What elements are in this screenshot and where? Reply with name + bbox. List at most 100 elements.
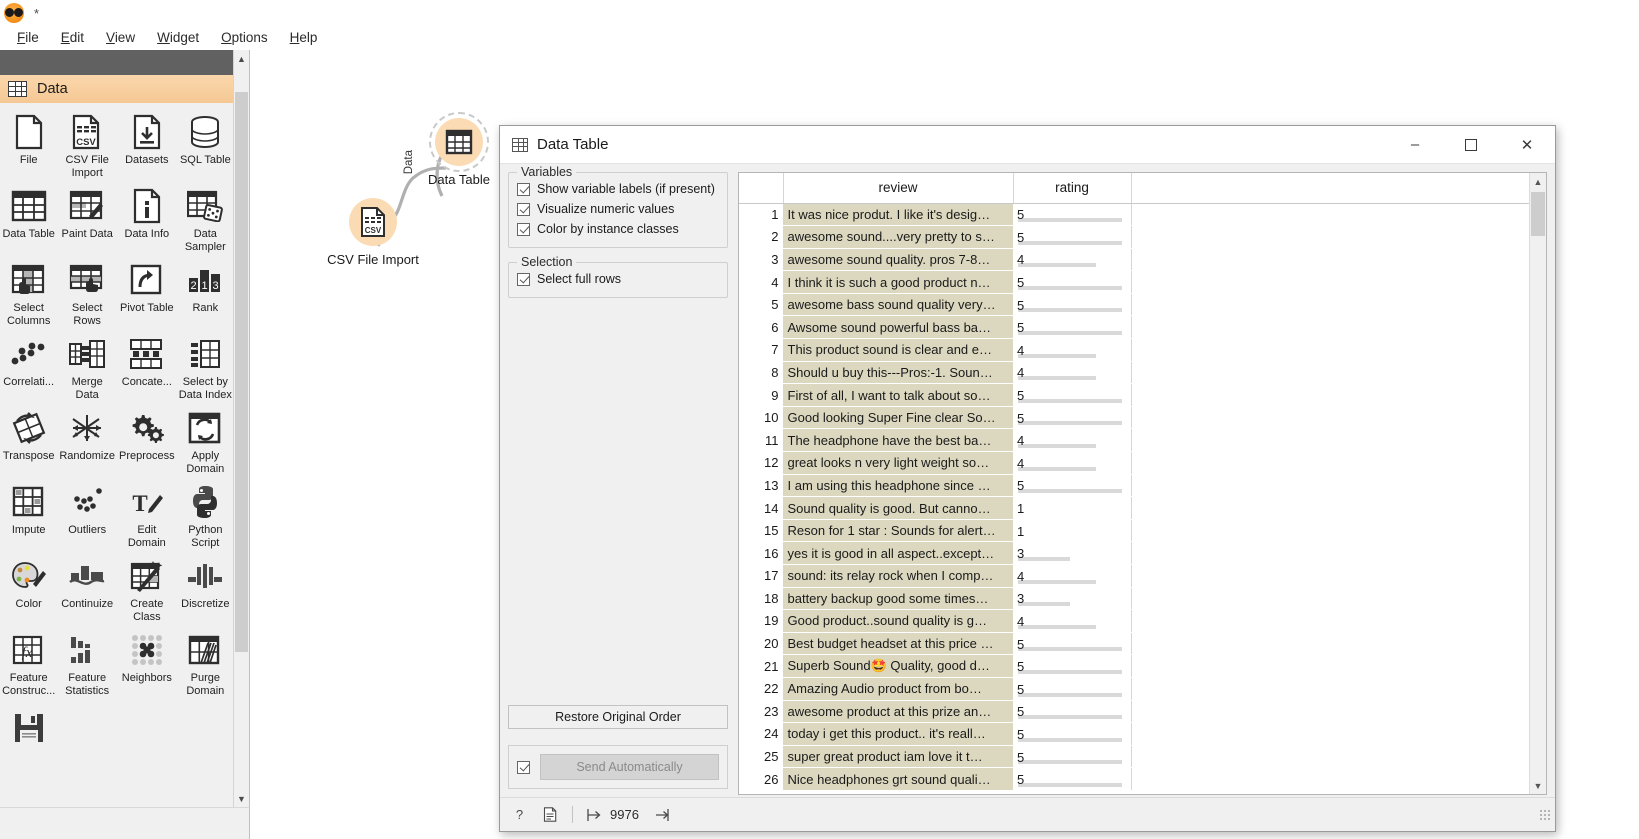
widget-data-info[interactable]: Data Info: [117, 183, 177, 255]
table-row[interactable]: 6 Awsome sound powerful bass ba… 5: [739, 315, 1529, 340]
cell-rating[interactable]: 5: [1013, 632, 1132, 656]
widget-select-columns[interactable]: Select Columns: [0, 257, 57, 329]
cell-rating[interactable]: 5: [1013, 406, 1132, 430]
widget-continuize[interactable]: Continuize: [57, 553, 117, 625]
cell-rating[interactable]: 4: [1013, 564, 1132, 588]
dock-scroll-down-icon[interactable]: ▼: [234, 790, 249, 807]
checkbox-select-full-rows[interactable]: Select full rows: [517, 269, 719, 289]
table-row[interactable]: 26 Nice headphones grt sound quali… 5: [739, 767, 1529, 791]
cell-review[interactable]: sound: its relay rock when I comp…: [783, 564, 1013, 588]
cell-review[interactable]: awesome sound quality. pros 7-8…: [783, 248, 1013, 272]
widget-datasets[interactable]: Datasets: [117, 109, 177, 181]
table-row[interactable]: 12 great looks n very light weight so… 4: [739, 451, 1529, 475]
cell-review[interactable]: This product sound is clear and e…: [783, 338, 1013, 362]
widget-merge-data[interactable]: Merge Data: [57, 331, 117, 403]
column-header-rating[interactable]: rating: [1013, 173, 1132, 204]
data-table-view[interactable]: review rating 1 It was nice produt. I lik…: [738, 172, 1547, 795]
checkbox-show-variable-labels[interactable]: Show variable labels (if present): [517, 179, 719, 199]
table-row[interactable]: 3 awesome sound quality. pros 7-8… 4: [739, 248, 1529, 272]
table-row[interactable]: 23 awesome product at this prize an… 5: [739, 700, 1529, 724]
cell-rating[interactable]: 5: [1013, 225, 1132, 249]
cell-rating[interactable]: 4: [1013, 338, 1132, 362]
widget-rank[interactable]: 2 1 3 Rank: [177, 257, 234, 329]
widget-file[interactable]: File: [0, 109, 57, 181]
table-row[interactable]: 15 Reson for 1 star : Sounds for alert… 1: [739, 519, 1529, 543]
resize-grip[interactable]: [1539, 808, 1551, 821]
widget-preprocess[interactable]: Preprocess: [117, 405, 177, 477]
widget-select-rows[interactable]: Select Rows: [57, 257, 117, 329]
table-row[interactable]: 4I think it is such a good product n… 5: [739, 270, 1529, 294]
checkbox-send-automatically[interactable]: [517, 760, 530, 774]
scroll-up-icon[interactable]: ▲: [1530, 173, 1546, 190]
checkbox-icon[interactable]: [517, 182, 530, 196]
help-question-icon[interactable]: ?: [510, 806, 528, 824]
widget-concate[interactable]: Concate...: [117, 331, 177, 403]
cell-review[interactable]: Should u buy this---Pros:-1. Soun…: [783, 361, 1013, 385]
widget-correlati[interactable]: Correlati...: [0, 331, 57, 403]
dock-scrollbar-track[interactable]: [234, 92, 249, 790]
cell-rating[interactable]: 5: [1013, 203, 1132, 227]
cell-rating[interactable]: 5: [1013, 315, 1132, 340]
menu-widget[interactable]: Widget: [146, 28, 210, 47]
checkbox-icon[interactable]: [517, 222, 530, 236]
cell-rating[interactable]: 4: [1013, 451, 1132, 475]
cell-rating[interactable]: 5: [1013, 383, 1132, 407]
cell-rating[interactable]: 3: [1013, 541, 1132, 565]
cell-review[interactable]: awesome product at this prize an…: [783, 700, 1013, 724]
widget-neighbors[interactable]: Neighbors: [117, 627, 177, 699]
table-row[interactable]: 13 I am using this headphone since … 5: [739, 474, 1529, 498]
cell-rating[interactable]: 5: [1013, 700, 1132, 724]
cell-review[interactable]: Amazing Audio product from bo…: [783, 677, 1013, 701]
cell-review[interactable]: Superb Sound🤩 Quality, good d…: [783, 654, 1013, 678]
widget-paint-data[interactable]: Paint Data: [57, 183, 117, 255]
dock-scroll-up-icon[interactable]: ▲: [234, 50, 249, 67]
cell-review[interactable]: Awsome sound powerful bass ba…: [783, 315, 1013, 340]
dialog-titlebar[interactable]: Data Table – ✕: [500, 126, 1555, 164]
table-row[interactable]: 17 sound: its relay rock when I comp… 4: [739, 564, 1529, 588]
cell-review[interactable]: great looks n very light weight so…: [783, 451, 1013, 475]
save-widget-row[interactable]: [0, 699, 234, 747]
table-row[interactable]: 20 Best budget headset at this price … 5: [739, 632, 1529, 656]
cell-review[interactable]: Nice headphones grt sound quali…: [783, 767, 1013, 791]
cell-review[interactable]: First of all, I want to talk about so…: [783, 383, 1013, 407]
cell-review[interactable]: awesome sound....very pretty to s…: [783, 225, 1013, 249]
cell-review[interactable]: super great product iam love it t…: [783, 745, 1013, 769]
table-row[interactable]: 19 Good product..sound quality is g… 4: [739, 609, 1529, 633]
cell-review[interactable]: Best budget headset at this price …: [783, 632, 1013, 656]
table-row[interactable]: 25 super great product iam love it t… 5: [739, 745, 1529, 769]
table-scrollbar-thumb[interactable]: [1531, 192, 1545, 236]
cell-review[interactable]: yes it is good in all aspect..except…: [783, 541, 1013, 565]
widget-python-script[interactable]: Python Script: [177, 479, 234, 551]
dock-scrollbar[interactable]: ▲ ▼: [233, 50, 249, 807]
checkbox-icon[interactable]: [517, 202, 530, 216]
table-row[interactable]: 5 awesome bass sound quality very… 5: [739, 293, 1529, 317]
cell-review[interactable]: Sound quality is good. But canno…: [783, 496, 1013, 520]
menu-help[interactable]: Help: [279, 28, 329, 47]
cell-review[interactable]: Good product..sound quality is g…: [783, 609, 1013, 633]
cell-rating[interactable]: 5: [1013, 677, 1132, 701]
cell-review[interactable]: I think it is such a good product n…: [783, 270, 1013, 294]
widget-randomize[interactable]: Randomize: [57, 405, 117, 477]
table-row[interactable]: 1 It was nice produt. I like it's desig… 5: [739, 203, 1529, 227]
category-header-data[interactable]: Data: [0, 75, 234, 103]
table-scroll-area[interactable]: review rating 1 It was nice produt. I lik…: [739, 173, 1529, 794]
table-row[interactable]: 22 Amazing Audio product from bo… 5: [739, 677, 1529, 701]
widget-sql-table[interactable]: SQL Table: [177, 109, 234, 181]
table-row[interactable]: 10 Good looking Super Fine clear So… 5: [739, 406, 1529, 430]
widget-color[interactable]: Color: [0, 553, 57, 625]
column-header-review[interactable]: review: [783, 173, 1014, 204]
widget-data-table[interactable]: Data Table: [0, 183, 57, 255]
menu-edit[interactable]: Edit: [50, 28, 95, 47]
table-row[interactable]: 9 First of all, I want to talk about so… 5: [739, 383, 1529, 407]
table-row[interactable]: 24 today i get this product.. it's reall……: [739, 722, 1529, 746]
cell-rating[interactable]: 4: [1013, 248, 1132, 272]
cell-review[interactable]: It was nice produt. I like it's desig…: [783, 203, 1013, 227]
table-row[interactable]: 16 yes it is good in all aspect..except… 3: [739, 541, 1529, 565]
dock-collapse-button[interactable]: «: [0, 50, 249, 75]
cell-rating[interactable]: 4: [1013, 428, 1132, 453]
widget-discretize[interactable]: Discretize: [177, 553, 234, 625]
table-vertical-scrollbar[interactable]: ▲ ▼: [1529, 173, 1546, 794]
table-row[interactable]: 2 awesome sound....very pretty to s… 5: [739, 225, 1529, 249]
menu-options[interactable]: Options: [210, 28, 279, 47]
cell-rating[interactable]: 5: [1013, 654, 1132, 678]
